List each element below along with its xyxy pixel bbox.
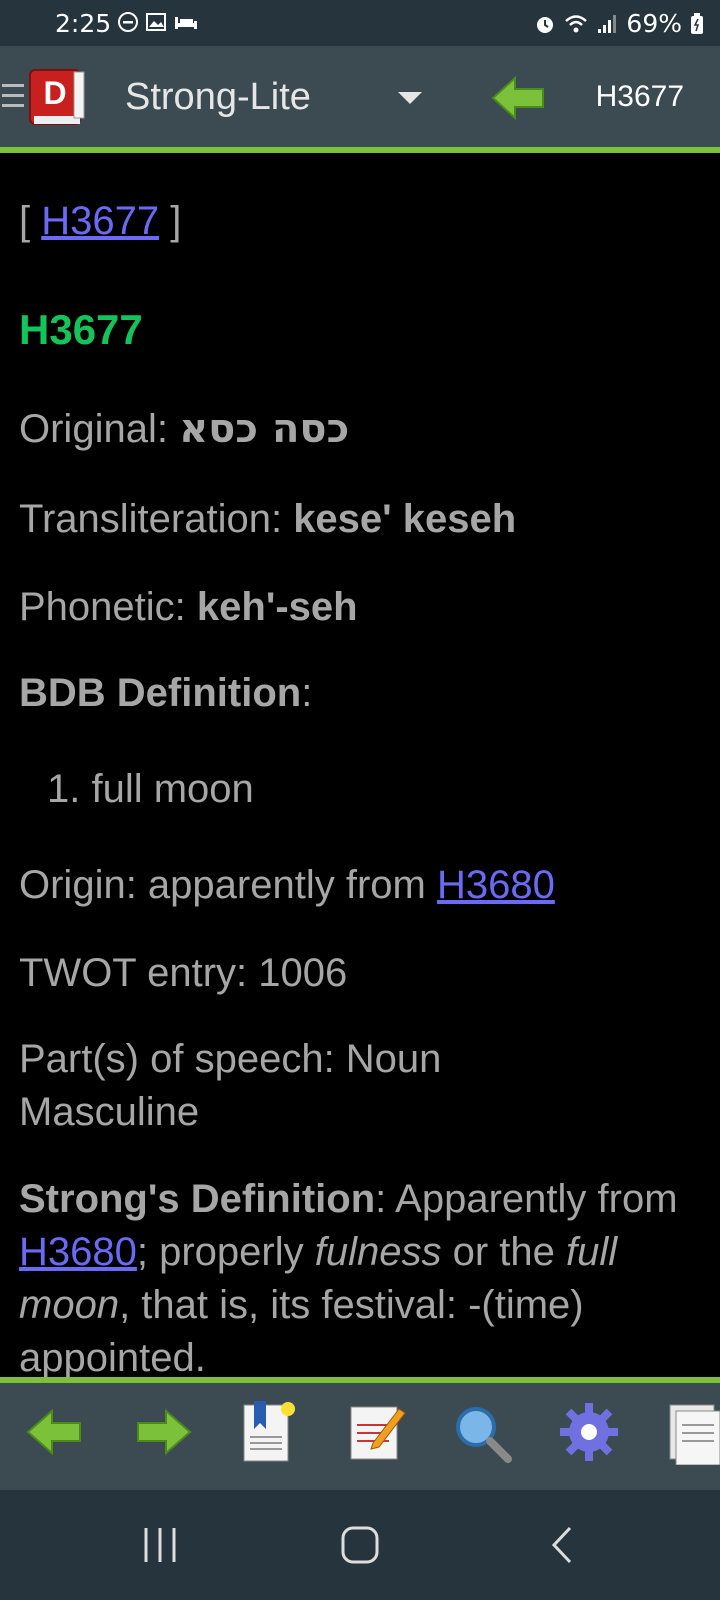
- bdb-item: 1. full moon: [47, 767, 254, 811]
- battery-icon: [691, 12, 703, 34]
- svg-text:D: D: [43, 75, 66, 111]
- part-of-speech-row: Part(s) of speech: Noun Masculine: [19, 1037, 442, 1134]
- phonetic-value: keh'-seh: [196, 585, 358, 629]
- strongs-link[interactable]: H3680: [19, 1230, 137, 1274]
- divider: [0, 1377, 720, 1383]
- app-logo-icon[interactable]: D: [24, 66, 88, 128]
- topic-link[interactable]: H3677: [41, 199, 159, 243]
- origin-link[interactable]: H3680: [437, 863, 555, 907]
- home-icon[interactable]: [330, 1520, 390, 1570]
- alarm-icon: [537, 16, 554, 33]
- status-time: 2:25: [55, 9, 112, 38]
- app-title[interactable]: Strong-Lite: [125, 76, 311, 119]
- chevron-down-icon[interactable]: [398, 92, 422, 104]
- bookmark-icon[interactable]: [236, 1399, 302, 1465]
- original-value: כסה כסא: [179, 406, 350, 452]
- search-icon[interactable]: [448, 1399, 514, 1465]
- bdb-heading: BDB Definition:: [19, 671, 313, 715]
- original-row: Original: כסה כסא: [19, 406, 350, 452]
- menu-icon[interactable]: [2, 84, 24, 114]
- gallery-icon: [146, 13, 166, 31]
- battery-percent: 69%: [626, 9, 682, 38]
- copy-icon[interactable]: [664, 1399, 720, 1465]
- app-bar: D Strong-Lite H3677: [0, 46, 720, 153]
- sleep-icon: [175, 17, 197, 29]
- system-nav-bar: [0, 1490, 720, 1600]
- previous-arrow-icon[interactable]: [22, 1399, 88, 1465]
- strongs-definition: Strong's Definition: Apparently from H36…: [19, 1177, 678, 1380]
- notes-icon[interactable]: [343, 1399, 409, 1465]
- origin-row: Origin: apparently from H3680: [19, 863, 555, 907]
- entry-heading: H3677: [19, 306, 143, 353]
- transliteration-row: Transliteration: kese' keseh: [19, 497, 517, 541]
- bottom-toolbar: [0, 1377, 720, 1490]
- gear-icon[interactable]: [556, 1399, 622, 1465]
- do-not-disturb-icon: [118, 12, 138, 32]
- back-arrow-icon[interactable]: [491, 76, 545, 120]
- transliteration-value: kese' keseh: [293, 497, 517, 541]
- next-arrow-icon[interactable]: [130, 1399, 196, 1465]
- back-icon[interactable]: [532, 1520, 592, 1570]
- dictionary-content: [ H3677 ] H3677 Original: כסה כסא Transl…: [0, 153, 720, 1385]
- reference-label[interactable]: H3677: [596, 80, 684, 114]
- topic-line: [ H3677 ]: [19, 199, 182, 243]
- twot-row: TWOT entry: 1006: [19, 951, 348, 995]
- signal-icon: [598, 14, 617, 33]
- status-bar: 2:25 69%: [0, 0, 720, 46]
- wifi-icon: [565, 14, 588, 32]
- phonetic-row: Phonetic: keh'-seh: [19, 585, 358, 629]
- recent-apps-icon[interactable]: [130, 1520, 190, 1570]
